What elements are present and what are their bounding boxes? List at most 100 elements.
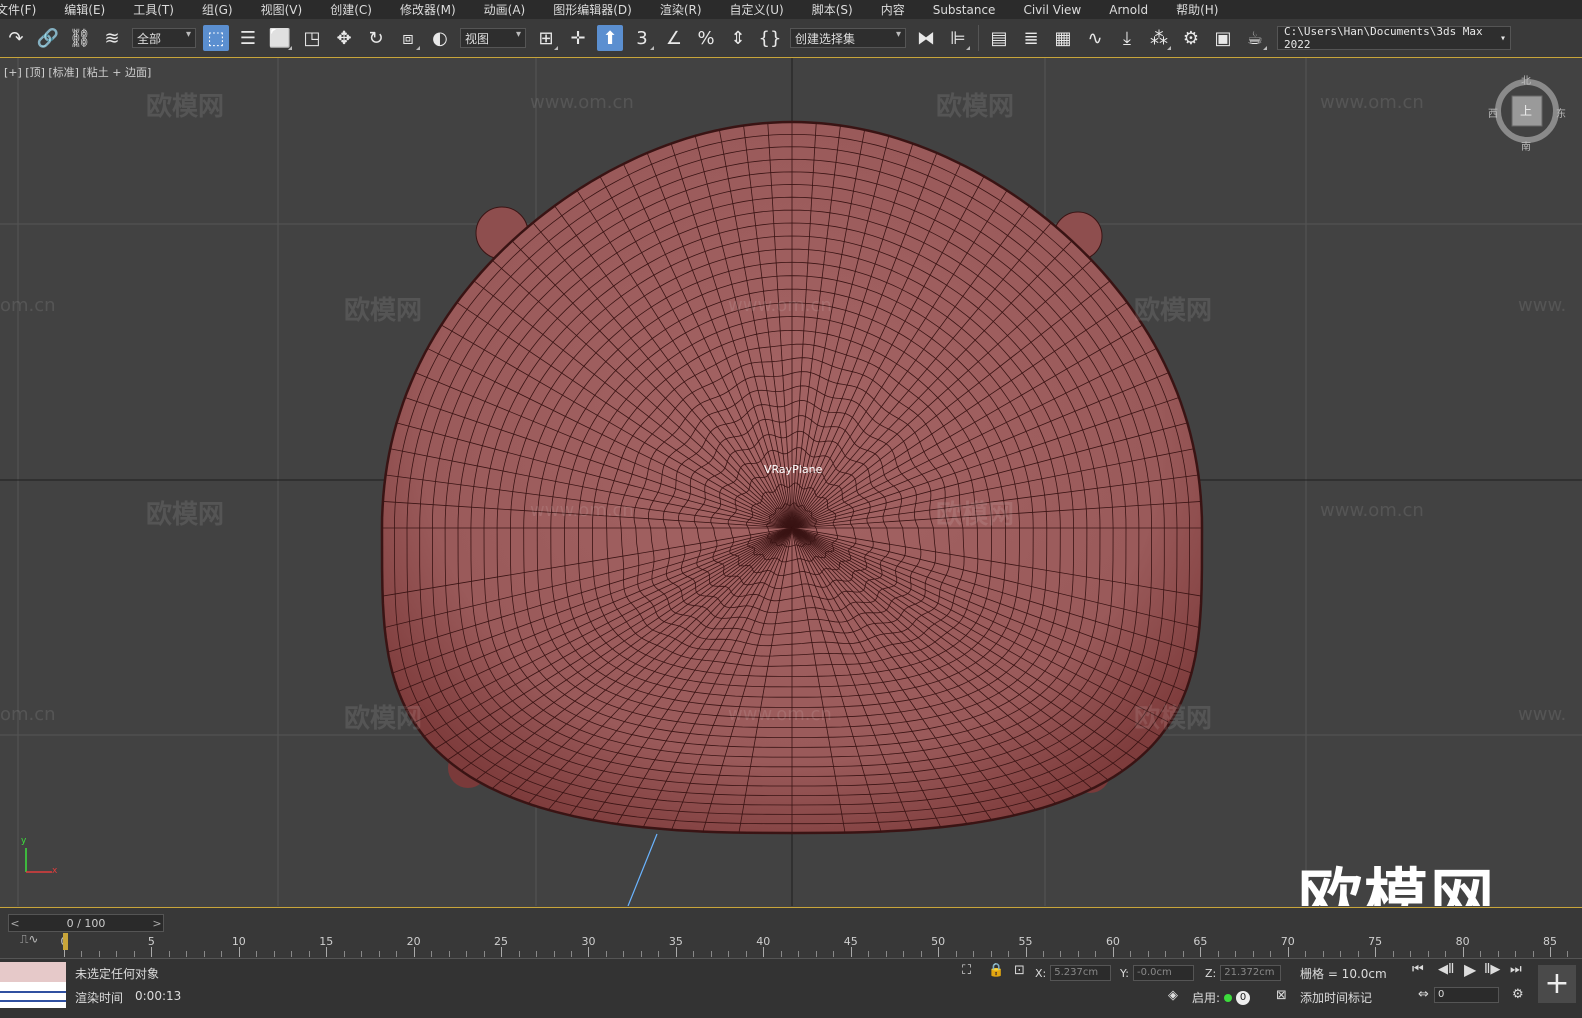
- time-slider[interactable]: < 0 / 100 >: [8, 914, 164, 932]
- key-mode-icon[interactable]: ⇔: [1418, 987, 1429, 1002]
- align-icon[interactable]: ⊫: [945, 25, 971, 51]
- x-coordinate-field[interactable]: 5.237cm: [1050, 965, 1112, 981]
- prev-frame-icon[interactable]: ◀Ⅱ: [1438, 962, 1454, 977]
- spinner-snap-icon[interactable]: ⇕: [725, 25, 751, 51]
- scale-icon[interactable]: ⧈: [395, 25, 421, 51]
- toggle-ribbon-icon[interactable]: ▦: [1050, 25, 1076, 51]
- move-icon[interactable]: ✥: [331, 25, 357, 51]
- timeline-tick: [396, 951, 398, 957]
- link-icon[interactable]: 🔗: [35, 25, 61, 51]
- add-button-icon[interactable]: +: [1538, 965, 1576, 1003]
- menu-item[interactable]: 编辑(E): [50, 1, 119, 18]
- window-crossing-icon[interactable]: ◳: [299, 25, 325, 51]
- redo-icon[interactable]: ↷: [3, 25, 29, 51]
- keyboard-shortcut-override-icon[interactable]: ⬆: [597, 25, 623, 51]
- menu-item[interactable]: 修改器(M): [386, 1, 470, 18]
- menu-item[interactable]: 文件(F): [0, 1, 50, 18]
- add-time-tag[interactable]: 添加时间标记: [1300, 989, 1372, 1006]
- rect-selection-icon[interactable]: ⬜: [267, 25, 293, 51]
- snaps-toggle-icon[interactable]: 3: [629, 25, 655, 51]
- grid-size: 栅格 = 10.0cm: [1300, 967, 1387, 981]
- timeline-tick: [483, 951, 485, 957]
- render-setup-icon[interactable]: ⚙: [1178, 25, 1204, 51]
- layer-explorer-icon[interactable]: ≣: [1018, 25, 1044, 51]
- menu-item[interactable]: 帮助(H): [1162, 1, 1232, 18]
- timeline-tick: [431, 951, 433, 957]
- next-frame-icon[interactable]: Ⅱ▶: [1484, 962, 1500, 977]
- watermark-url: www.: [1518, 704, 1567, 725]
- y-coordinate-field[interactable]: -0.0cm: [1132, 965, 1194, 981]
- edit-named-selection-icon[interactable]: {}: [757, 25, 783, 51]
- menu-item[interactable]: Substance: [919, 3, 1010, 17]
- select-by-name-icon[interactable]: ☰: [235, 25, 261, 51]
- menu-item[interactable]: 自定义(U): [716, 1, 798, 18]
- maxscript-listener-thumb[interactable]: [0, 962, 66, 1008]
- menu-item[interactable]: Civil View: [1009, 3, 1095, 17]
- project-folder-path[interactable]: C:\Users\Han\Documents\3ds Max 2022: [1277, 25, 1511, 51]
- y-label: Y:: [1120, 966, 1129, 980]
- rotate-icon[interactable]: ↻: [363, 25, 389, 51]
- menu-item[interactable]: 脚本(S): [798, 1, 867, 18]
- menu-item[interactable]: 工具(T): [119, 1, 188, 18]
- enabled-indicator: 启用: 0: [1192, 989, 1251, 1006]
- z-coordinate: Z: 21.372cm: [1205, 965, 1282, 981]
- menu-item[interactable]: 动画(A): [470, 1, 540, 18]
- timeline-tick: [116, 951, 118, 957]
- curve-editor-icon[interactable]: ∿: [1082, 25, 1108, 51]
- selection-filter-dropdown[interactable]: 全部: [132, 28, 196, 48]
- enabled-count[interactable]: 0: [1236, 990, 1251, 1005]
- viewcube-south[interactable]: 南: [1521, 138, 1531, 153]
- pivot-center-icon[interactable]: ⊞: [533, 25, 559, 51]
- menu-item[interactable]: 内容: [867, 1, 919, 18]
- track-bar-ruler[interactable]: 0510152025303540455055606570758085: [50, 935, 1580, 957]
- timeline-tick-label: 80: [1455, 935, 1470, 948]
- viewcube-east[interactable]: 东: [1556, 105, 1566, 120]
- bind-space-warp-icon[interactable]: ≋: [99, 25, 125, 51]
- playhead-marker[interactable]: [63, 933, 68, 950]
- render-production-icon[interactable]: ☕: [1242, 25, 1268, 51]
- rendered-frame-window-icon[interactable]: ▣: [1210, 25, 1236, 51]
- z-coordinate-field[interactable]: 21.372cm: [1220, 965, 1282, 981]
- menu-item[interactable]: 创建(C): [316, 1, 386, 18]
- scene-explorer-icon[interactable]: ▤: [986, 25, 1012, 51]
- time-config-icon[interactable]: ⚙: [1512, 987, 1524, 1002]
- time-prev-button[interactable]: <: [9, 917, 21, 930]
- menu-item[interactable]: Arnold: [1095, 3, 1162, 17]
- adaptive-degradation-icon[interactable]: ◈: [1168, 988, 1178, 1003]
- viewcube-west[interactable]: 西: [1488, 105, 1498, 120]
- current-frame-field[interactable]: 0: [1434, 987, 1499, 1003]
- material-editor-icon[interactable]: ⁂: [1146, 25, 1172, 51]
- render-time-label: 渲染时间: [75, 991, 124, 1005]
- angle-snap-icon[interactable]: ∠: [661, 25, 687, 51]
- timeline-tick: [1077, 951, 1079, 957]
- viewcube-top-face[interactable]: 上: [1520, 102, 1532, 119]
- absolute-relative-toggle-icon[interactable]: ⊡: [1014, 963, 1025, 978]
- timeline-tick: [308, 951, 310, 957]
- select-object-icon[interactable]: ⬚: [203, 25, 229, 51]
- viewcube-north[interactable]: 北: [1521, 72, 1531, 87]
- schematic-view-icon[interactable]: ⤓: [1114, 25, 1140, 51]
- unlink-icon[interactable]: ⛓: [67, 25, 93, 51]
- time-next-button[interactable]: >: [151, 917, 163, 930]
- menu-item[interactable]: 视图(V): [247, 1, 317, 18]
- time-tag-icon[interactable]: ⊠: [1276, 988, 1287, 1003]
- top-viewport[interactable]: [+] [顶] [标准] [粘土 + 边面] y x 北 南 东 西 上 VRa…: [0, 58, 1582, 906]
- timeline-tick-label: 65: [1193, 935, 1208, 948]
- percent-snap-icon[interactable]: %: [693, 25, 719, 51]
- viewport-label[interactable]: [+] [顶] [标准] [粘土 + 边面]: [4, 64, 151, 80]
- timeline-tick: [81, 951, 83, 957]
- play-icon[interactable]: ▶: [1464, 960, 1476, 979]
- goto-start-icon[interactable]: ⏮: [1412, 962, 1424, 977]
- place-icon[interactable]: ◐: [427, 25, 453, 51]
- menu-item[interactable]: 组(G): [188, 1, 247, 18]
- reference-coord-dropdown[interactable]: 视图: [460, 28, 526, 48]
- selection-lock-icon[interactable]: 🔒: [988, 963, 1004, 978]
- mini-curve-editor-icon[interactable]: ⎍∿: [20, 932, 38, 947]
- mirror-icon[interactable]: ⧓: [913, 25, 939, 51]
- isolate-selection-icon[interactable]: ⛶: [962, 963, 971, 978]
- menu-item[interactable]: 渲染(R): [646, 1, 716, 18]
- menu-item[interactable]: 图形编辑器(D): [539, 1, 646, 18]
- select-manipulate-icon[interactable]: ✛: [565, 25, 591, 51]
- named-selection-set-dropdown[interactable]: 创建选择集: [790, 28, 906, 48]
- goto-end-icon[interactable]: ⏭: [1510, 962, 1522, 977]
